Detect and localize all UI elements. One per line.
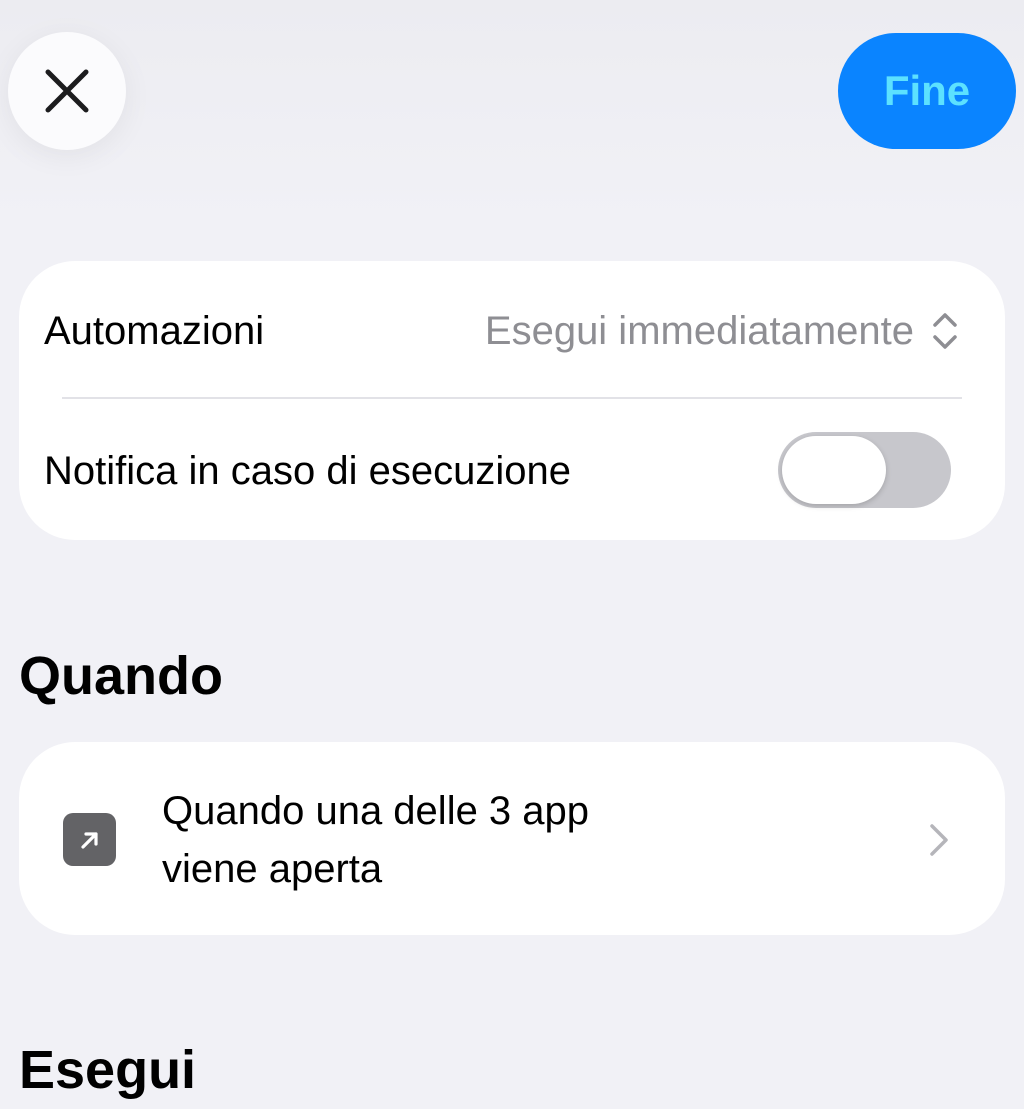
arrow-up-right-icon <box>80 831 98 849</box>
chevron-right-icon <box>930 824 948 856</box>
trigger-line-2: viene aperta <box>162 847 383 891</box>
trigger-line-1: Quando una delle 3 app <box>162 789 590 833</box>
xmark-icon <box>45 69 89 113</box>
trigger-description: Quando una delle 3 app viene aperta <box>162 782 589 898</box>
automations-value[interactable]: Esegui immediatamente <box>485 307 914 355</box>
arrow-up-right-square-icon <box>63 813 116 866</box>
notify-on-run-toggle[interactable] <box>778 432 951 508</box>
row-divider <box>62 397 962 399</box>
section-title-when: Quando <box>19 646 223 706</box>
done-button[interactable]: Fine <box>838 33 1016 149</box>
toggle-knob <box>782 436 886 504</box>
close-button[interactable] <box>8 32 126 150</box>
notify-on-run-label: Notifica in caso di esecuzione <box>44 449 571 493</box>
section-title-run: Esegui <box>19 1040 197 1100</box>
chevron-up-down-icon <box>933 313 957 349</box>
automations-label: Automazioni <box>44 309 265 353</box>
